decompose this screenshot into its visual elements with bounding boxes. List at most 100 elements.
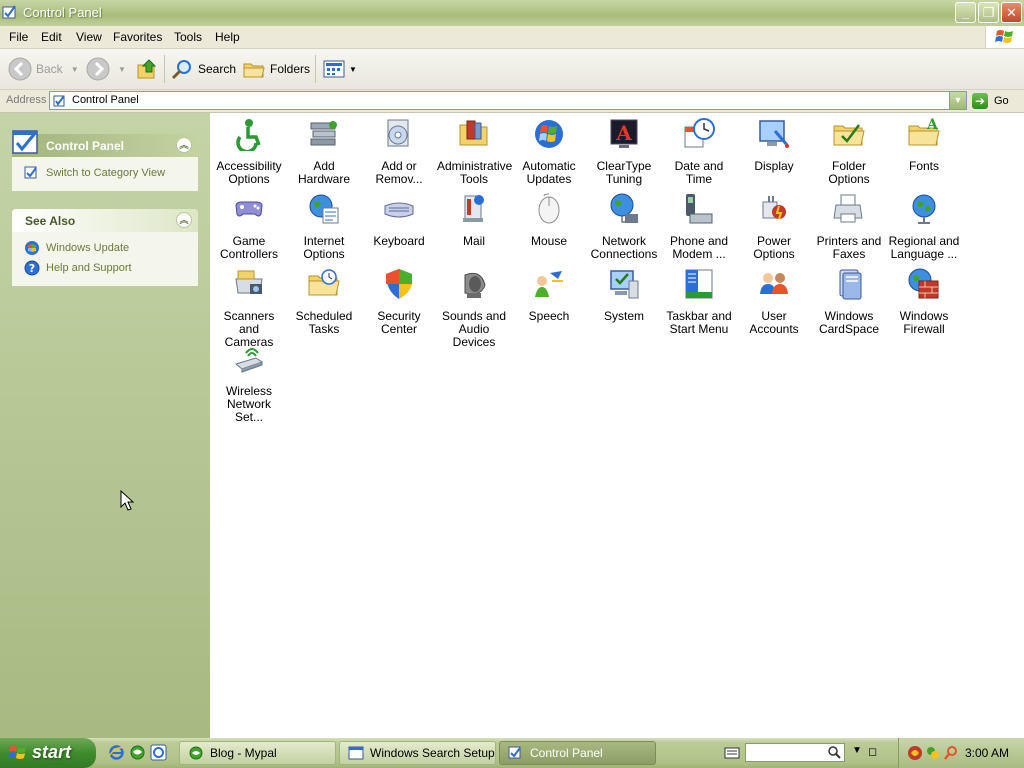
item-label: Mail xyxy=(462,234,485,248)
item-cleartype-tuning[interactable]: A ClearType Tuning xyxy=(587,117,661,186)
item-mouse[interactable]: Mouse xyxy=(512,192,586,248)
item-label: Keyboard xyxy=(373,234,425,248)
item-wireless-network-setup[interactable]: Wireless Network Set... xyxy=(212,342,286,424)
item-speech[interactable]: Speech xyxy=(512,267,586,323)
administrative-tools-icon xyxy=(459,120,488,146)
item-label: Mouse xyxy=(530,234,568,248)
address-input[interactable]: Control Panel ▼ xyxy=(49,91,967,110)
start-button[interactable]: start xyxy=(0,738,96,768)
item-regional-and-language[interactable]: Regional and Language ... xyxy=(887,192,961,261)
windows-flag-icon xyxy=(8,746,26,759)
go-button[interactable]: ➔ Go xyxy=(972,92,1009,110)
restore-toolbar-icon[interactable]: ◻ xyxy=(868,745,877,758)
windows-update-link[interactable]: Windows Update xyxy=(12,238,198,258)
item-label: ClearType Tuning xyxy=(596,159,652,186)
item-windows-firewall[interactable]: Windows Firewall xyxy=(887,267,961,336)
item-administrative-tools[interactable]: Administrative Tools xyxy=(437,117,513,186)
menu-edit[interactable]: Edit xyxy=(41,30,62,44)
item-add-hardware[interactable]: Add Hardware xyxy=(287,117,361,186)
item-user-accounts[interactable]: User Accounts xyxy=(737,267,811,336)
search-icon[interactable] xyxy=(827,745,841,759)
item-automatic-updates[interactable]: Automatic Updates xyxy=(512,117,586,186)
back-button[interactable]: Back ▼ xyxy=(8,55,79,83)
menu-view[interactable]: View xyxy=(76,30,102,44)
item-scanners-and-cameras[interactable]: Scanners and Cameras xyxy=(212,267,286,349)
search-label: Search xyxy=(198,62,237,76)
browser-icon[interactable] xyxy=(129,744,146,761)
item-game-controllers[interactable]: Game Controllers xyxy=(212,192,286,261)
item-add-remove-programs[interactable]: Add or Remov... xyxy=(362,117,436,186)
add-hardware-icon xyxy=(310,121,337,146)
automatic-updates-icon xyxy=(535,120,563,148)
taskbar-item-control-panel[interactable]: Control Panel xyxy=(499,741,656,765)
control-panel-panel-header[interactable]: Control Panel ︽ xyxy=(12,130,198,157)
close-button[interactable]: ✕ xyxy=(1001,2,1022,23)
search-options-dropdown-icon[interactable]: ▼ xyxy=(852,745,862,756)
item-fonts[interactable]: A Fonts xyxy=(887,117,961,173)
windows-logo xyxy=(985,26,1024,48)
folder-options-icon xyxy=(833,124,865,146)
title-bar[interactable]: Control Panel _ ❐ ✕ xyxy=(0,0,1024,26)
tray-app-icon[interactable] xyxy=(907,745,923,761)
taskbar-item-label: Blog - Mypal xyxy=(210,746,277,760)
menu-tools[interactable]: Tools xyxy=(174,30,202,44)
help-and-support-link[interactable]: ? Help and Support xyxy=(12,258,198,278)
item-accessibility-options[interactable]: Accessibility Options xyxy=(212,117,286,186)
item-display[interactable]: Display xyxy=(737,117,811,173)
taskbar-item-blog[interactable]: Blog - Mypal xyxy=(179,741,336,765)
go-arrow-icon: ➔ xyxy=(972,93,988,109)
item-taskbar-and-start-menu[interactable]: Taskbar and Start Menu xyxy=(662,267,736,336)
folders-button[interactable]: Folders xyxy=(242,55,310,83)
keyboard-language-icon[interactable] xyxy=(724,746,740,760)
setup-window-icon xyxy=(348,746,364,760)
item-system[interactable]: System xyxy=(587,267,661,323)
item-internet-options[interactable]: Internet Options xyxy=(287,192,361,261)
minimize-button[interactable]: _ xyxy=(955,2,976,23)
tray-network-icon[interactable] xyxy=(925,745,941,761)
item-label: System xyxy=(603,309,644,323)
messenger-icon[interactable] xyxy=(150,744,167,761)
item-printers-and-faxes[interactable]: Printers and Faxes xyxy=(812,192,886,261)
address-dropdown-icon[interactable]: ▼ xyxy=(949,92,966,109)
see-also-panel: See Also ︽ Windows Update ? Help and Sup… xyxy=(12,209,198,286)
network-connections-icon xyxy=(610,193,638,223)
maximize-button[interactable]: ❐ xyxy=(978,2,999,23)
search-button[interactable]: Search xyxy=(170,55,236,83)
item-label: Administrative Tools xyxy=(437,159,513,186)
item-scheduled-tasks[interactable]: Scheduled Tasks xyxy=(287,267,361,336)
item-label: Sounds and Audio Devices xyxy=(441,309,507,349)
collapse-chevron-icon[interactable]: ︽ xyxy=(176,212,192,228)
forward-button[interactable]: ▼ xyxy=(86,55,126,83)
address-value: Control Panel xyxy=(72,94,139,106)
up-folder-button[interactable] xyxy=(135,55,159,83)
item-mail[interactable]: Mail xyxy=(437,192,511,248)
control-panel-items: Accessibility Options Add Hardware Add o… xyxy=(210,113,1024,738)
back-dropdown-icon[interactable]: ▼ xyxy=(71,65,79,74)
item-folder-options[interactable]: Folder Options xyxy=(812,117,886,186)
switch-to-category-view-link[interactable]: Switch to Category View xyxy=(12,163,198,183)
item-keyboard[interactable]: Keyboard xyxy=(362,192,436,248)
taskbar: start Blog - Mypal Windows Search Setup … xyxy=(0,738,1024,768)
go-label: Go xyxy=(994,95,1009,107)
menu-favorites[interactable]: Favorites xyxy=(113,30,162,44)
item-sounds-and-audio-devices[interactable]: Sounds and Audio Devices xyxy=(437,267,511,349)
tray-search-icon[interactable] xyxy=(943,745,959,761)
taskbar-item-windows-search-setup[interactable]: Windows Search Setup xyxy=(339,741,496,765)
item-phone-and-modem[interactable]: Phone and Modem ... xyxy=(662,192,736,261)
address-label: Address xyxy=(6,94,47,106)
address-bar: Address Control Panel ▼ ➔ Go xyxy=(0,90,1024,113)
collapse-chevron-icon[interactable]: ︽ xyxy=(176,137,192,153)
menu-file[interactable]: File xyxy=(9,30,28,44)
svg-text:A: A xyxy=(926,117,939,133)
internet-explorer-icon[interactable] xyxy=(108,744,125,761)
item-date-and-time[interactable]: Date and Time xyxy=(662,117,736,186)
views-button[interactable]: ▼ xyxy=(322,55,357,83)
item-power-options[interactable]: Power Options xyxy=(737,192,811,261)
menu-help[interactable]: Help xyxy=(215,30,240,44)
see-also-panel-header[interactable]: See Also ︽ xyxy=(12,209,198,232)
item-network-connections[interactable]: Network Connections xyxy=(587,192,661,261)
item-label: Speech xyxy=(528,309,570,323)
item-windows-cardspace[interactable]: Windows CardSpace xyxy=(812,267,886,336)
item-security-center[interactable]: Security Center xyxy=(362,267,436,336)
forward-dropdown-icon[interactable]: ▼ xyxy=(118,65,126,74)
